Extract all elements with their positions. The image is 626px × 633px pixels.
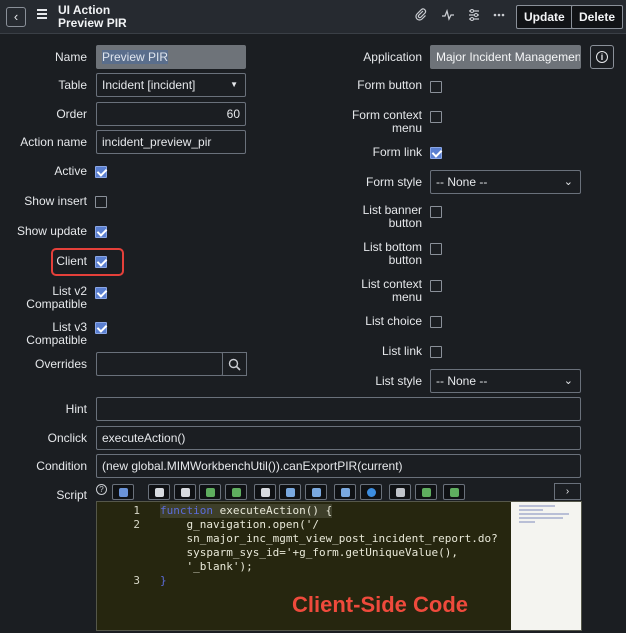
hint-field[interactable]: [96, 397, 581, 421]
client-side-code-annotation: Client-Side Code: [292, 592, 469, 617]
list-context-menu-label: List context menu: [361, 277, 422, 304]
update-button[interactable]: Update: [516, 5, 573, 29]
chevron-left-icon: ‹: [13, 9, 19, 24]
form-context-menu-label: Form context menu: [351, 108, 422, 135]
replace-all-icon[interactable]: [225, 484, 247, 500]
list-banner-button-checkbox[interactable]: [430, 206, 442, 218]
line-number: 2: [133, 518, 140, 531]
client-label: Client: [56, 254, 87, 268]
table-select[interactable]: Incident [incident] ▼: [96, 73, 246, 97]
onclick-label: Onclick: [47, 431, 87, 445]
check-syntax-icon[interactable]: [415, 484, 437, 500]
list-v3-label: List v3 Compatible: [26, 320, 87, 347]
list-style-select[interactable]: -- None -- ⌄: [430, 369, 581, 393]
show-insert-label: Show insert: [24, 194, 87, 208]
overrides-field[interactable]: [96, 352, 223, 376]
name-label: Name: [54, 50, 87, 64]
help-icon[interactable]: ?: [96, 484, 107, 495]
action-name-field[interactable]: incident_preview_pir: [96, 130, 246, 154]
line-number: 3: [133, 574, 140, 587]
condition-field[interactable]: (new global.MIMWorkbenchUtil()).canExpor…: [96, 454, 581, 478]
chevron-down-icon: ⌄: [563, 375, 573, 387]
list-v2-label: List v2 Compatible: [26, 284, 87, 311]
code-line: function executeAction() {: [160, 504, 333, 518]
ellipsis-icon[interactable]: [491, 8, 507, 24]
code-line: sn_major_inc_mgmt_view_post_incident_rep…: [160, 532, 498, 545]
active-label: Active: [54, 164, 87, 178]
list-choice-label: List choice: [365, 314, 422, 328]
line-number: 1: [133, 504, 140, 517]
application-info-button[interactable]: i: [590, 45, 614, 69]
code-line: '_blank');: [160, 560, 253, 573]
help-circle-icon[interactable]: [360, 484, 382, 500]
client-checkbox[interactable]: [95, 256, 107, 268]
list-choice-checkbox[interactable]: [430, 316, 442, 328]
list-icon[interactable]: [174, 484, 196, 500]
list-context-menu-checkbox[interactable]: [430, 280, 442, 292]
script-label: Script: [56, 488, 87, 502]
order-label: Order: [56, 107, 87, 121]
list-link-checkbox[interactable]: [430, 346, 442, 358]
info-icon: i: [596, 51, 608, 63]
code-line: }: [160, 574, 167, 587]
delete-button[interactable]: Delete: [571, 5, 624, 29]
search-icon[interactable]: [254, 484, 276, 500]
hamburger-menu-icon[interactable]: [37, 9, 47, 21]
caret-down-icon: ▼: [230, 80, 238, 89]
active-checkbox[interactable]: [95, 166, 107, 178]
onclick-field[interactable]: executeAction(): [96, 426, 581, 450]
action-name-label: Action name: [20, 135, 87, 149]
expand-chevron-icon[interactable]: ›: [554, 483, 581, 500]
show-insert-checkbox[interactable]: [95, 196, 107, 208]
list-v3-checkbox[interactable]: [95, 322, 107, 334]
paperclip-icon[interactable]: [413, 8, 429, 24]
application-field: Major Incident Management: [430, 45, 581, 69]
sliders-icon[interactable]: [466, 8, 482, 24]
form-button-label: Form button: [357, 78, 422, 92]
overrides-label: Overrides: [34, 357, 87, 371]
table-label: Table: [58, 78, 87, 92]
list-link-label: List link: [381, 344, 422, 358]
script-debugger-icon[interactable]: [305, 484, 327, 500]
save-icon[interactable]: [389, 484, 411, 500]
comment-icon[interactable]: [148, 484, 170, 500]
order-field[interactable]: 60: [96, 102, 246, 126]
form-style-label: Form style: [365, 175, 422, 189]
page-title: UI Action Preview PIR: [58, 3, 127, 30]
chevron-down-icon: ⌄: [563, 176, 573, 188]
script-include-icon[interactable]: [443, 484, 465, 500]
format-code-icon[interactable]: [112, 484, 134, 500]
form-header: ‹ UI Action Preview PIR Update Delete: [0, 0, 626, 34]
list-bottom-button-label: List bottom button: [363, 240, 422, 267]
hint-label: Hint: [65, 402, 87, 416]
back-button[interactable]: ‹: [6, 7, 26, 27]
overrides-search-button[interactable]: [222, 352, 247, 376]
code-line: sysparm_sys_id='+g_form.getUniqueValue()…: [160, 546, 459, 559]
toggle-syntax-icon[interactable]: [279, 484, 301, 500]
search-icon: [228, 358, 241, 371]
show-update-label: Show update: [16, 224, 87, 238]
code-line: g_navigation.open('/: [160, 518, 319, 531]
list-style-label: List style: [375, 374, 422, 388]
list-v2-checkbox[interactable]: [95, 287, 107, 299]
list-bottom-button-checkbox[interactable]: [430, 243, 442, 255]
code-minimap[interactable]: [511, 502, 581, 630]
condition-label: Condition: [36, 459, 87, 473]
list-banner-button-label: List banner button: [362, 203, 422, 230]
show-update-checkbox[interactable]: [95, 226, 107, 238]
form-link-checkbox[interactable]: [430, 147, 442, 159]
name-field[interactable]: Preview PIR: [96, 45, 246, 69]
replace-icon[interactable]: [199, 484, 221, 500]
form-link-label: Form link: [372, 145, 422, 159]
pulse-icon[interactable]: [440, 8, 456, 24]
application-label: Application: [363, 50, 422, 64]
fullscreen-icon[interactable]: [334, 484, 356, 500]
form-style-select[interactable]: -- None -- ⌄: [430, 170, 581, 194]
form-context-menu-checkbox[interactable]: [430, 111, 442, 123]
form-button-checkbox[interactable]: [430, 81, 442, 93]
line-number-gutter: 1 2 3: [97, 502, 154, 630]
